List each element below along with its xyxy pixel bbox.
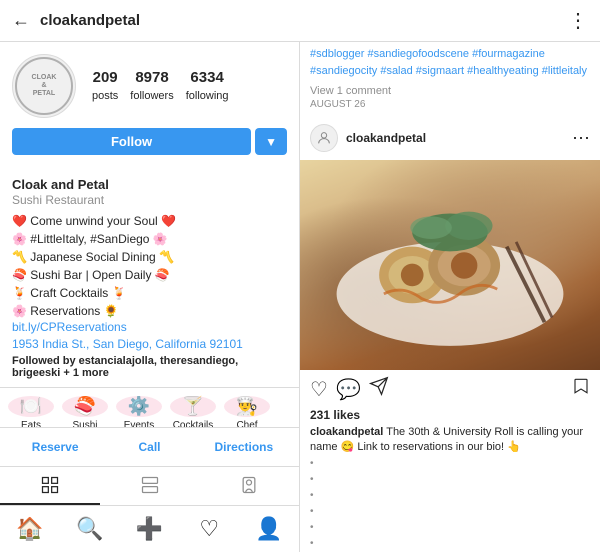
post-username[interactable]: cloakandpetal (346, 131, 572, 145)
share-icon (369, 376, 389, 396)
follow-button[interactable]: Follow (12, 128, 251, 155)
highlights-row: 🍽️ Eats 🍣 Sushi ⚙️ Events 🍸 Cocktails 👨‍… (0, 387, 299, 427)
follow-row: Follow ▼ (12, 128, 287, 155)
bookmark-icon (572, 377, 590, 395)
highlight-cocktails-label: Cocktails (173, 420, 214, 427)
followers-label: followers (130, 90, 173, 102)
bio-category: Sushi Restaurant (12, 193, 287, 207)
highlight-eats[interactable]: 🍽️ Eats (8, 396, 54, 423)
highlight-cocktails-circle: 🍸 (170, 396, 216, 417)
directions-button[interactable]: Directions (201, 436, 287, 458)
left-panel: CLOAK&PETAL 209 posts 8978 followers 633… (0, 42, 300, 552)
posts-label: posts (92, 90, 118, 102)
avatar: CLOAK&PETAL (12, 54, 76, 118)
likes-count: 231 likes (300, 408, 600, 425)
add-button-left[interactable]: ➕ (120, 512, 180, 546)
more-options-icon[interactable]: ⋮ (568, 8, 588, 33)
food-svg (315, 171, 585, 360)
bio-address[interactable]: 1953 India St., San Diego, California 92… (12, 337, 287, 351)
post-more-icon[interactable]: ⋯ (572, 128, 590, 149)
bio-line-5: 🍹 Craft Cocktails 🍹 (12, 286, 127, 300)
highlight-events[interactable]: ⚙️ Events (116, 396, 162, 423)
like-button[interactable]: ♡ (310, 377, 328, 402)
action-buttons-row: Reserve Call Directions (0, 427, 299, 466)
food-image-inner (300, 160, 600, 370)
share-button[interactable] (369, 376, 389, 402)
left-bottom-nav: 🏠 🔍 ➕ ♡ 👤 (0, 505, 299, 552)
profile-section: CLOAK&PETAL 209 posts 8978 followers 633… (0, 42, 299, 177)
followed-by-label: Followed by (12, 355, 76, 367)
post-caption: cloakandpetal The 30th & University Roll… (300, 425, 600, 552)
stat-followers: 8978 followers (130, 69, 173, 104)
tag-person-icon (239, 475, 259, 495)
stat-posts: 209 posts (92, 69, 118, 104)
bio-section: Cloak and Petal Sushi Restaurant ❤️ Come… (0, 177, 299, 387)
search-button-left[interactable]: 🔍 (60, 512, 120, 546)
post-actions: ♡ 💬 (300, 370, 600, 408)
call-button[interactable]: Call (106, 436, 192, 458)
post-header: cloakandpetal ⋯ (300, 116, 600, 160)
following-count: 6334 (186, 69, 229, 86)
bio-line-1: ❤️ Come unwind your Soul ❤️ (12, 214, 176, 228)
post-date: AUGUST 26 (300, 99, 600, 116)
bio-text: ❤️ Come unwind your Soul ❤️ 🌸 #LittleIta… (12, 212, 287, 320)
bio-line-3: 〽️ Japanese Social Dining 〽️ (12, 250, 174, 264)
caption-dots: •••••• (310, 456, 590, 552)
profile-top: CLOAK&PETAL 209 posts 8978 followers 633… (12, 54, 287, 118)
food-image (300, 160, 600, 370)
back-button[interactable]: ← (12, 10, 30, 31)
hashtags-text: #sdblogger #sandiegofoodscene #fourmagaz… (300, 42, 600, 85)
list-view-button[interactable] (100, 467, 200, 505)
post-avatar (310, 124, 338, 152)
list-icon (140, 475, 160, 495)
profile-username: cloakandpetal (40, 12, 568, 29)
highlight-sushi-circle: 🍣 (62, 396, 108, 417)
posts-count: 209 (92, 69, 118, 86)
comment-button[interactable]: 💬 (336, 377, 361, 402)
highlight-cocktails[interactable]: 🍸 Cocktails (170, 396, 216, 423)
grid-view-button[interactable] (0, 467, 100, 505)
view-comment[interactable]: View 1 comment (300, 85, 600, 99)
avatar-inner: CLOAK&PETAL (15, 57, 73, 115)
followed-more: + 1 more (63, 367, 109, 379)
reserve-button[interactable]: Reserve (12, 436, 98, 458)
main-content: CLOAK&PETAL 209 posts 8978 followers 633… (0, 42, 600, 552)
highlight-events-circle: ⚙️ (116, 396, 162, 417)
bio-line-6: 🌸 Reservations 🌻 (12, 304, 119, 318)
bio-followed-by: Followed by estancialajolla, theresandie… (12, 355, 287, 379)
profile-button-left[interactable]: 👤 (239, 512, 299, 546)
highlight-chef[interactable]: 👨‍🍳 Chef (224, 396, 270, 423)
bio-line-2: 🌸 #LittleItaly, #SanDiego 🌸 (12, 232, 168, 246)
highlight-events-label: Events (124, 420, 155, 427)
highlight-eats-label: Eats (21, 420, 41, 427)
post-avatar-icon (316, 130, 332, 146)
caption-username[interactable]: cloakandpetal (310, 426, 383, 438)
home-button-left[interactable]: 🏠 (0, 512, 60, 546)
bio-name: Cloak and Petal (12, 177, 287, 192)
right-panel: #sdblogger #sandiegofoodscene #fourmagaz… (300, 42, 600, 552)
grid-icon (40, 475, 60, 495)
highlight-chef-circle: 👨‍🍳 (224, 396, 270, 417)
likes-button-left[interactable]: ♡ (179, 512, 239, 546)
highlight-sushi-label: Sushi (72, 420, 97, 427)
highlight-sushi[interactable]: 🍣 Sushi (62, 396, 108, 423)
grid-icons-row (0, 466, 299, 505)
bio-link[interactable]: bit.ly/CPReservations (12, 320, 287, 334)
highlight-eats-circle: 🍽️ (8, 396, 54, 417)
stat-following: 6334 following (186, 69, 229, 104)
highlight-chef-label: Chef (236, 420, 257, 427)
following-label: following (186, 90, 229, 102)
stats-row: 209 posts 8978 followers 6334 following (92, 69, 229, 104)
bio-line-4: 🍣 Sushi Bar | Open Daily 🍣 (12, 268, 170, 282)
tagged-view-button[interactable] (199, 467, 299, 505)
top-bar: ← cloakandpetal ⋮ (0, 0, 600, 42)
follow-dropdown-button[interactable]: ▼ (255, 128, 287, 155)
bookmark-button[interactable] (572, 377, 590, 401)
avatar-text: CLOAK&PETAL (32, 74, 57, 97)
followers-count: 8978 (130, 69, 173, 86)
